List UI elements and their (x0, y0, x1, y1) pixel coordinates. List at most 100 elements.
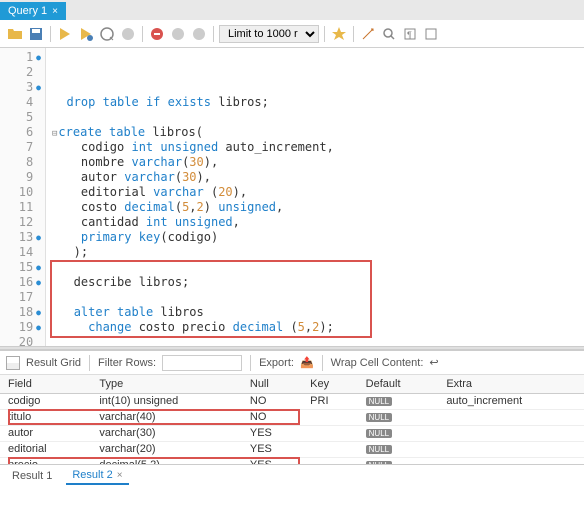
execute-icon[interactable] (56, 25, 74, 43)
table-cell[interactable]: decimal(5,2) (91, 457, 242, 464)
table-cell[interactable]: int(10) unsigned (91, 393, 242, 409)
results-grid[interactable]: FieldTypeNullKeyDefaultExtra codigoint(1… (0, 375, 584, 464)
gutter-line: 20● (0, 335, 45, 346)
table-cell[interactable]: varchar(30) (91, 425, 242, 441)
result-tab[interactable]: Result 1 (6, 468, 58, 484)
result-tab[interactable]: Result 2× (66, 467, 128, 485)
code-line[interactable] (52, 335, 584, 346)
execute-current-icon[interactable] (77, 25, 95, 43)
code-content[interactable]: drop table if exists libros; ⊟create tab… (46, 48, 584, 346)
code-line[interactable]: nombre varchar(30), (52, 155, 584, 170)
table-cell[interactable]: auto_increment (438, 393, 584, 409)
wrap-icon[interactable] (422, 25, 440, 43)
separator (142, 26, 143, 42)
table-cell[interactable]: YES (242, 441, 302, 457)
code-line[interactable]: codigo int unsigned auto_increment, (52, 140, 584, 155)
no-commit-icon[interactable] (148, 25, 166, 43)
gutter-line: 16● (0, 275, 45, 290)
table-row[interactable]: preciodecimal(5,2)YES NULL (0, 457, 584, 464)
invisible-chars-icon[interactable]: ¶ (401, 25, 419, 43)
code-line[interactable]: costo decimal(5,2) unsigned, (52, 200, 584, 215)
gutter-line: 7● (0, 140, 45, 155)
editor-tab-bar: Query 1 × (0, 0, 584, 20)
result-grid-label: Result Grid (26, 357, 81, 369)
column-header[interactable]: Null (242, 375, 302, 393)
filter-label: Filter Rows: (98, 357, 156, 369)
star-icon[interactable] (330, 25, 348, 43)
table-cell[interactable]: PRI (302, 393, 357, 409)
table-row[interactable]: titulovarchar(40)NO NULL (0, 409, 584, 425)
beautify-icon[interactable] (359, 25, 377, 43)
sql-toolbar: Limit to 1000 rows ¶ (0, 20, 584, 48)
close-icon[interactable]: × (52, 6, 58, 17)
table-cell[interactable] (438, 441, 584, 457)
table-cell[interactable] (438, 457, 584, 464)
table-cell[interactable]: NULL (358, 457, 439, 464)
svg-text:¶: ¶ (407, 30, 412, 40)
code-line[interactable] (52, 110, 584, 125)
table-cell[interactable]: YES (242, 457, 302, 464)
limit-select[interactable]: Limit to 1000 rows (219, 25, 319, 43)
close-icon[interactable]: × (117, 470, 123, 481)
column-header[interactable]: Key (302, 375, 357, 393)
filter-input[interactable] (162, 355, 242, 371)
table-cell[interactable]: codigo (0, 393, 91, 409)
table-cell[interactable] (302, 441, 357, 457)
table-cell[interactable]: editorial (0, 441, 91, 457)
table-cell[interactable] (438, 425, 584, 441)
code-line[interactable]: cantidad int unsigned, (52, 215, 584, 230)
code-line[interactable]: ⊟create table libros( (52, 125, 584, 140)
table-row[interactable]: autorvarchar(30)YES NULL (0, 425, 584, 441)
separator (324, 26, 325, 42)
column-header[interactable]: Extra (438, 375, 584, 393)
table-cell[interactable] (302, 409, 357, 425)
save-icon[interactable] (27, 25, 45, 43)
table-cell[interactable]: autor (0, 425, 91, 441)
code-line[interactable]: alter table libros (52, 305, 584, 320)
table-cell[interactable]: precio (0, 457, 91, 464)
gutter-line: 19● (0, 320, 45, 335)
column-header[interactable]: Type (91, 375, 242, 393)
code-line[interactable]: change costo precio decimal (5,2); (52, 320, 584, 335)
open-icon[interactable] (6, 25, 24, 43)
table-row[interactable]: editorialvarchar(20)YES NULL (0, 441, 584, 457)
table-cell[interactable]: titulo (0, 409, 91, 425)
table-cell[interactable]: NO (242, 393, 302, 409)
table-cell[interactable]: varchar(40) (91, 409, 242, 425)
find-icon[interactable] (380, 25, 398, 43)
results-panel: Result Grid Filter Rows: Export: 📤 Wrap … (0, 350, 584, 486)
code-line[interactable]: primary key(codigo) (52, 230, 584, 245)
separator (89, 355, 90, 371)
table-cell[interactable] (302, 457, 357, 464)
table-cell[interactable] (438, 409, 584, 425)
code-line[interactable]: describe libros; (52, 275, 584, 290)
code-line[interactable]: ); (52, 245, 584, 260)
stop-icon[interactable] (119, 25, 137, 43)
code-line[interactable] (52, 290, 584, 305)
column-header[interactable]: Field (0, 375, 91, 393)
code-line[interactable]: editorial varchar (20), (52, 185, 584, 200)
gutter-line: 9● (0, 170, 45, 185)
table-row[interactable]: codigoint(10) unsignedNOPRINULLauto_incr… (0, 393, 584, 409)
rollback-icon[interactable] (190, 25, 208, 43)
table-cell[interactable]: NULL (358, 409, 439, 425)
code-line[interactable] (52, 260, 584, 275)
table-cell[interactable]: NULL (358, 441, 439, 457)
table-cell[interactable]: YES (242, 425, 302, 441)
export-icon[interactable]: 📤 (300, 356, 314, 369)
commit-icon[interactable] (169, 25, 187, 43)
gutter-line: 4● (0, 95, 45, 110)
table-cell[interactable]: NO (242, 409, 302, 425)
wrap-toggle-icon[interactable]: ↩ (429, 356, 438, 369)
column-header[interactable]: Default (358, 375, 439, 393)
code-line[interactable]: autor varchar(30), (52, 170, 584, 185)
table-cell[interactable]: NULL (358, 393, 439, 409)
table-cell[interactable]: varchar(20) (91, 441, 242, 457)
separator (322, 355, 323, 371)
table-cell[interactable]: NULL (358, 425, 439, 441)
code-line[interactable]: drop table if exists libros; (52, 95, 584, 110)
table-cell[interactable] (302, 425, 357, 441)
editor-tab-query1[interactable]: Query 1 × (0, 2, 66, 20)
code-editor[interactable]: 1●2●3●4●5●6●7●8●9●10●11●12●13●14●15●16●1… (0, 48, 584, 346)
explain-icon[interactable] (98, 25, 116, 43)
